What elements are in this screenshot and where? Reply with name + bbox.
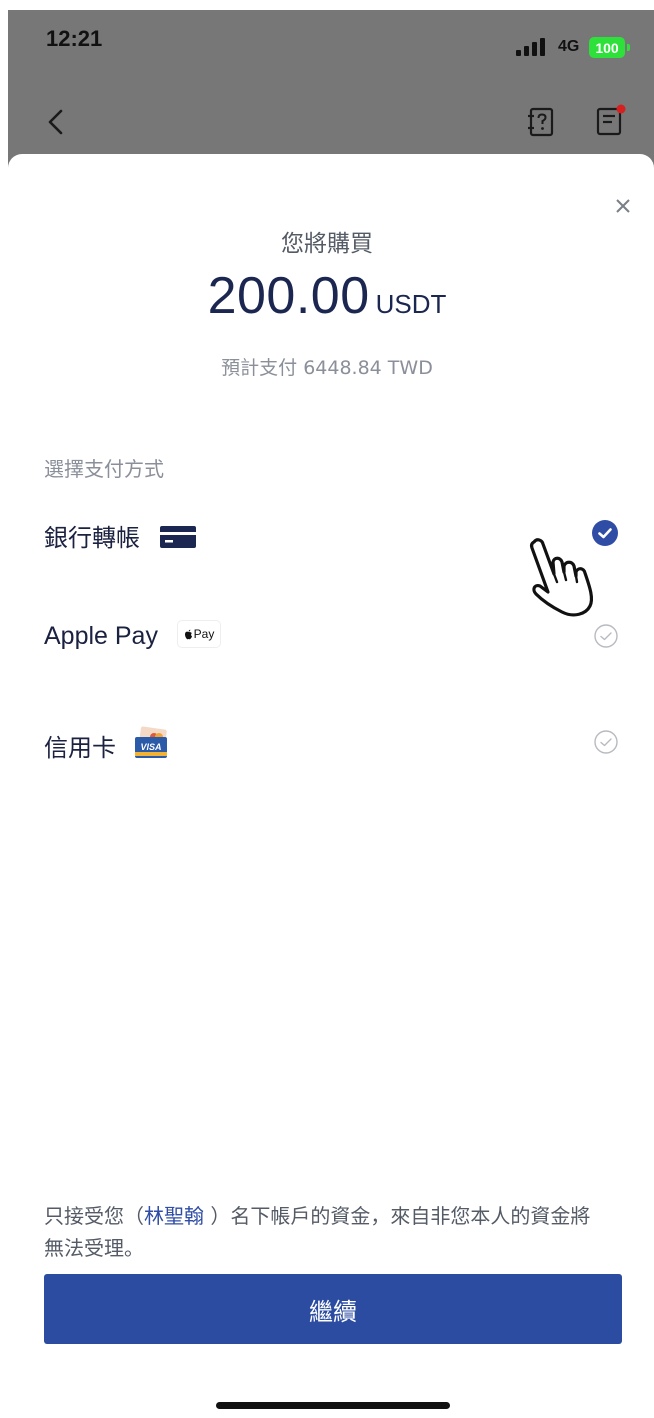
status-time: 12:21 <box>46 26 103 51</box>
credit-card-visa-icon: VISA <box>135 726 167 758</box>
apple-pay-icon: Pay <box>178 621 220 647</box>
close-icon[interactable] <box>605 193 641 219</box>
payment-option-label: 銀行轉帳 <box>44 524 140 552</box>
purchase-label: 您將購買 <box>281 231 373 257</box>
back-chevron-icon[interactable] <box>44 108 68 136</box>
home-indicator <box>216 1402 450 1409</box>
continue-button[interactable]: 繼續 <box>44 1274 622 1344</box>
payment-method-title: 選擇支付方式 <box>44 457 164 481</box>
purchase-amount: 200.00 <box>207 267 370 325</box>
svg-text:VISA: VISA <box>140 742 161 752</box>
apple-pay-badge-text: Pay <box>193 627 215 641</box>
purchase-amount-row: 200.00 USDT <box>0 266 654 326</box>
orders-notification-icon[interactable] <box>595 103 629 137</box>
check-unselected-icon <box>594 624 618 648</box>
bank-card-icon <box>160 526 196 548</box>
network-type: 4G <box>558 38 580 55</box>
pointing-hand-cursor-icon <box>530 538 594 617</box>
help-book-icon[interactable] <box>526 106 556 138</box>
notice-text-before: 只接受您（ <box>44 1204 144 1228</box>
battery-cap <box>627 44 630 51</box>
payment-option-label: Apple Pay <box>44 622 158 650</box>
check-unselected-icon <box>594 730 618 754</box>
estimated-payment: 預計支付 6448.84 TWD <box>221 357 433 379</box>
battery-icon: 100 <box>589 37 625 58</box>
account-holder-name: 林聖翰 <box>144 1204 204 1228</box>
account-name-notice: 只接受您（林聖翰 ）名下帳戶的資金，來自非您本人的資金將無法受理。 <box>44 1200 610 1264</box>
signal-icon <box>516 38 552 56</box>
payment-option-credit-card[interactable]: 信用卡 VISA <box>44 714 624 774</box>
payment-option-label: 信用卡 <box>44 734 116 762</box>
purchase-unit: USDT <box>375 289 447 319</box>
